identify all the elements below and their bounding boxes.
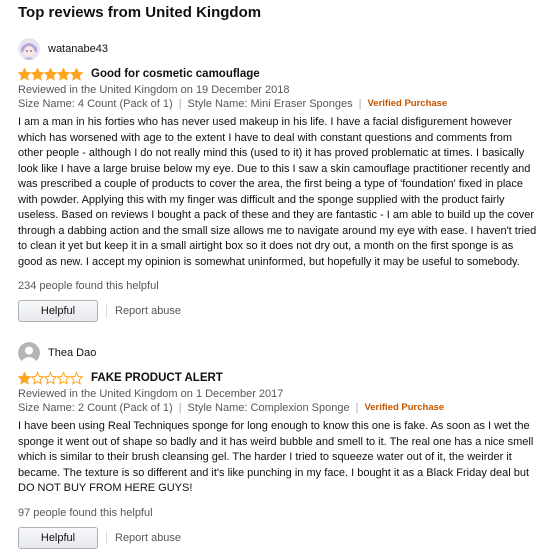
star-filled-icon	[57, 67, 70, 81]
review-title[interactable]: FAKE PRODUCT ALERT	[91, 372, 223, 384]
product-format: Size Name: 2 Count (Pack of 1) | Style N…	[18, 401, 542, 415]
star-empty-icon	[31, 371, 44, 385]
format-separator: |	[355, 402, 359, 414]
helpful-count: 97 people found this helpful	[18, 506, 153, 519]
report-abuse-link[interactable]: Report abuse	[115, 305, 181, 317]
report-abuse-link[interactable]: Report abuse	[115, 532, 181, 544]
star-filled-icon	[31, 67, 44, 81]
review-body: I am a man in his forties who has never …	[18, 116, 537, 268]
star-filled-icon	[18, 371, 31, 385]
review-date: Reviewed in the United Kingdom on 19 Dec…	[18, 84, 290, 96]
star-filled-icon	[18, 67, 31, 81]
format-separator: |	[178, 402, 182, 414]
review-body: I have been using Real Techniques sponge…	[18, 420, 534, 494]
helpful-count: 234 people found this helpful	[18, 280, 159, 292]
action-divider	[106, 304, 107, 318]
default-user-avatar-icon	[18, 342, 40, 364]
style-name[interactable]: Style Name: Complexion Sponge	[188, 401, 350, 415]
size-name[interactable]: Size Name: 4 Count (Pack of 1)	[18, 97, 173, 111]
star-filled-icon	[70, 67, 83, 81]
review-title[interactable]: Good for cosmetic camouflage	[91, 68, 260, 80]
star-empty-icon	[57, 371, 70, 385]
star-filled-icon	[44, 67, 57, 81]
helpful-button[interactable]: Helpful	[18, 526, 98, 549]
format-separator: |	[358, 98, 362, 110]
star-empty-icon	[70, 371, 83, 385]
reviews-panel: Top reviews from United Kingdom watanabe…	[0, 0, 554, 549]
review-item: watanabe43 Good for cosmetic camouflage …	[18, 36, 542, 322]
star-rating	[18, 67, 83, 81]
verified-purchase-badge: Verified Purchase	[367, 98, 448, 109]
reviewer-profile[interactable]: Thea Dao	[18, 340, 542, 366]
helpful-button[interactable]: Helpful	[18, 300, 98, 322]
review-date: Reviewed in the United Kingdom on 1 Dece…	[18, 388, 284, 400]
star-rating	[18, 371, 83, 385]
review-item: Thea Dao FAKE PRODUCT ALERT Reviewed in …	[18, 340, 542, 549]
reviewer-name: Thea Dao	[48, 347, 97, 359]
style-name[interactable]: Style Name: Mini Eraser Sponges	[188, 97, 353, 111]
reviewer-name: watanabe43	[48, 43, 108, 55]
verified-purchase-badge: Verified Purchase	[364, 402, 445, 413]
action-divider	[106, 530, 107, 545]
product-format: Size Name: 4 Count (Pack of 1) | Style N…	[18, 97, 542, 111]
format-separator: |	[178, 98, 182, 110]
anime-avatar-icon	[18, 38, 40, 60]
size-name[interactable]: Size Name: 2 Count (Pack of 1)	[18, 401, 173, 415]
section-title: Top reviews from United Kingdom	[18, 4, 262, 21]
reviewer-profile[interactable]: watanabe43	[18, 36, 542, 62]
star-empty-icon	[44, 371, 57, 385]
